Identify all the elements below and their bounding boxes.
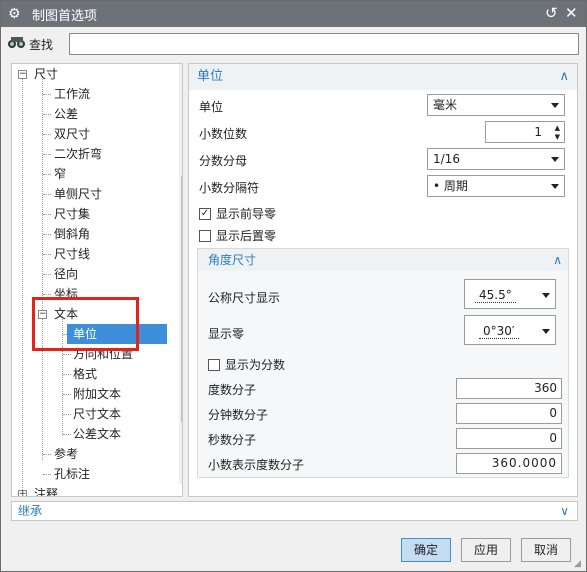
show-zero-value: 0°30′ xyxy=(479,324,519,339)
tree-item-dimension-text[interactable]: 尺寸文本 xyxy=(73,404,121,424)
window-title: 制图首选项 xyxy=(32,8,98,24)
fraction-denominator-select[interactable]: 1/16 xyxy=(427,148,565,170)
preferences-dialog: ⚙ 制图首选项 ↺ ✕ 查找 − 尺寸 工作流 公差 双尺寸 二次折弯 窄 单侧… xyxy=(0,0,587,572)
highlight-box xyxy=(32,297,139,351)
search-input[interactable] xyxy=(69,33,579,55)
minute-numerator-label: 分钟数分子 xyxy=(208,408,269,422)
unit-label: 单位 xyxy=(199,100,224,114)
angular-section-title: 角度尺寸 xyxy=(208,253,257,267)
tree-item-reference[interactable]: 参考 xyxy=(54,444,78,464)
apply-button[interactable]: 应用 xyxy=(461,538,511,562)
search-bar: 查找 xyxy=(7,31,579,57)
show-leading-zero-label: 显示前导零 xyxy=(216,207,277,221)
cancel-button[interactable]: 取消 xyxy=(521,538,571,562)
minute-numerator-field[interactable]: 0 xyxy=(456,403,562,424)
section-header-unit[interactable]: 单位 ∧ xyxy=(189,64,577,90)
chevron-up-icon[interactable]: ∧ xyxy=(553,249,562,271)
second-numerator-label: 秒数分子 xyxy=(208,433,257,447)
tree-scrollbar[interactable]: ▲ ▼ xyxy=(179,64,183,484)
decimal-degree-numerator-field[interactable]: 360.0000 xyxy=(456,453,562,474)
tree-item-workflow[interactable]: 工作流 xyxy=(54,84,90,104)
unit-select-value: 毫米 xyxy=(433,98,458,112)
scroll-down-icon[interactable]: ▼ xyxy=(182,472,183,481)
checkbox-empty-icon[interactable] xyxy=(208,358,220,371)
chevron-up-icon[interactable]: ∧ xyxy=(559,64,569,90)
nominal-display-value: 45.5° xyxy=(475,288,516,303)
dropdown-arrow-icon xyxy=(551,184,559,189)
resize-grip-icon[interactable]: ◢ xyxy=(574,559,584,569)
tree-item-format[interactable]: 格式 xyxy=(73,364,97,384)
expand-icon[interactable]: + xyxy=(18,490,27,496)
angular-dimension-section: 角度尺寸 ∧ 公称尺寸显示 45.5° 显示零 0°30′ 显示为分数 度数分子… xyxy=(197,248,569,478)
tree-item-dimension-set[interactable]: 尺寸集 xyxy=(54,204,90,224)
tree-item-tolerance[interactable]: 公差 xyxy=(54,104,78,124)
degree-numerator-field[interactable]: 360 xyxy=(456,378,562,399)
decimals-spinner[interactable]: 1 ▲ ▼ xyxy=(485,121,565,143)
inherit-label: 继承 xyxy=(18,504,43,518)
tree-item-radial[interactable]: 径向 xyxy=(54,264,78,284)
decimals-label: 小数位数 xyxy=(199,127,248,141)
tree-item-hole-callout[interactable]: 孔标注 xyxy=(54,464,90,484)
unit-select[interactable]: 毫米 xyxy=(427,94,565,116)
category-tree: − 尺寸 工作流 公差 双尺寸 二次折弯 窄 单侧尺寸 尺寸集 倒斜角 尺寸线 … xyxy=(11,63,183,497)
show-leading-zero-checkbox[interactable]: ✓ 显示前导零 xyxy=(199,205,276,222)
show-zero-select[interactable]: 0°30′ xyxy=(464,315,556,345)
dropdown-arrow-icon xyxy=(542,329,550,334)
show-zero-label: 显示零 xyxy=(208,327,245,341)
collapse-icon[interactable]: − xyxy=(18,70,27,79)
gear-icon: ⚙ xyxy=(8,6,21,22)
show-trailing-zero-checkbox[interactable]: 显示后置零 xyxy=(199,227,276,244)
decimal-separator-select[interactable]: • 周期 xyxy=(427,175,565,197)
tree-item-appended-text[interactable]: 附加文本 xyxy=(73,384,121,404)
close-icon[interactable]: ✕ xyxy=(565,6,578,21)
angular-section-header[interactable]: 角度尺寸 ∧ xyxy=(198,249,568,271)
tree-item-dual-dimension[interactable]: 双尺寸 xyxy=(54,124,90,144)
tree-item-annotation[interactable]: 注释 xyxy=(34,484,58,496)
show-as-fraction-checkbox[interactable]: 显示为分数 xyxy=(208,356,285,373)
show-as-fraction-label: 显示为分数 xyxy=(225,358,286,372)
spin-down-icon[interactable]: ▼ xyxy=(555,134,560,141)
scroll-up-icon[interactable]: ▲ xyxy=(182,67,183,76)
checkbox-empty-icon[interactable] xyxy=(199,229,211,242)
checkmark-icon[interactable]: ✓ xyxy=(199,207,211,220)
section-title: 单位 xyxy=(197,69,224,84)
tree-item-dimension[interactable]: 尺寸 xyxy=(34,64,58,84)
second-numerator-field[interactable]: 0 xyxy=(456,428,562,449)
tree-item-dimension-line[interactable]: 尺寸线 xyxy=(54,244,90,264)
decimal-degree-numerator-label: 小数表示度数分子 xyxy=(208,458,305,472)
settings-panel: 单位 ∧ 单位 毫米 小数位数 1 ▲ ▼ 分数分母 1/16 小数分隔符 • … xyxy=(188,63,578,497)
chevron-down-icon[interactable]: ∨ xyxy=(560,502,569,520)
decimal-separator-label: 小数分隔符 xyxy=(199,181,260,195)
dropdown-arrow-icon xyxy=(551,103,559,108)
inherit-section[interactable]: 继承 ∨ xyxy=(11,501,578,521)
fraction-denominator-value: 1/16 xyxy=(433,152,460,166)
nominal-display-select[interactable]: 45.5° xyxy=(464,279,556,309)
tree-item-narrow[interactable]: 窄 xyxy=(54,164,66,184)
fraction-denominator-label: 分数分母 xyxy=(199,154,248,168)
reset-icon[interactable]: ↺ xyxy=(545,6,558,21)
title-bar: ⚙ 制图首选项 ↺ ✕ xyxy=(1,1,586,27)
dropdown-arrow-icon xyxy=(551,157,559,162)
nominal-display-label: 公称尺寸显示 xyxy=(208,291,281,305)
tree-item-single-side[interactable]: 单侧尺寸 xyxy=(54,184,102,204)
decimal-separator-value: • 周期 xyxy=(433,179,468,193)
decimals-value: 1 xyxy=(534,125,542,139)
spin-up-icon[interactable]: ▲ xyxy=(555,125,560,132)
ok-button[interactable]: 确定 xyxy=(401,538,451,562)
binoculars-icon xyxy=(7,35,29,53)
tree-item-secondary-bend[interactable]: 二次折弯 xyxy=(54,144,102,164)
search-label: 查找 xyxy=(29,37,54,52)
show-trailing-zero-label: 显示后置零 xyxy=(216,229,277,243)
tree-item-chamfer[interactable]: 倒斜角 xyxy=(54,224,90,244)
scroll-thumb[interactable] xyxy=(181,176,182,422)
degree-numerator-label: 度数分子 xyxy=(208,383,257,397)
tree-item-tolerance-text[interactable]: 公差文本 xyxy=(73,424,121,444)
dropdown-arrow-icon xyxy=(542,293,550,298)
